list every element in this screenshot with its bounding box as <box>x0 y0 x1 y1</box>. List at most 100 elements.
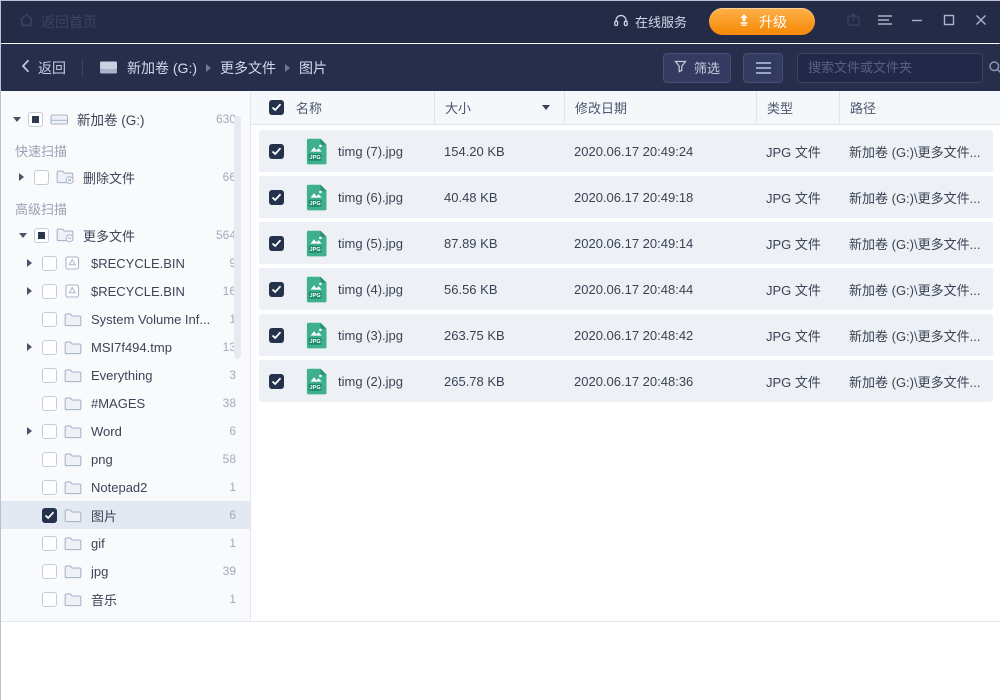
tree-item[interactable]: Word6 <box>1 417 250 445</box>
expand-arrow-icon[interactable] <box>19 173 34 181</box>
column-header-size[interactable]: 大小 <box>434 91 564 124</box>
expand-arrow-icon[interactable] <box>27 343 42 351</box>
home-icon <box>19 13 34 30</box>
tree-item-checkbox[interactable] <box>42 368 57 383</box>
tree-item[interactable]: MSI7f494.tmp13 <box>1 333 250 361</box>
tree-item[interactable]: #MAGES38 <box>1 389 250 417</box>
tree-item[interactable]: gif1 <box>1 529 250 557</box>
tree-item-checkbox[interactable] <box>42 312 57 327</box>
folder-icon <box>64 480 84 495</box>
file-path: 新加卷 (G:)\更多文件... <box>839 234 993 253</box>
file-table: 名称 大小 修改日期 类型 路径 JPGtimg (7).jpg154.20 K… <box>251 91 1000 621</box>
search-input[interactable] <box>798 60 988 75</box>
toolbar-divider <box>82 59 83 77</box>
tree-item-checkbox[interactable] <box>42 284 57 299</box>
table-row[interactable]: JPGtimg (3).jpg263.75 KB2020.06.17 20:48… <box>259 314 993 356</box>
row-checkbox[interactable] <box>269 374 284 389</box>
tree-item-label: Notepad2 <box>91 480 147 495</box>
row-checkbox[interactable] <box>269 282 284 297</box>
tree-item-count: 630 <box>208 112 236 126</box>
svg-text:JPG: JPG <box>309 247 320 253</box>
menu-button[interactable] <box>869 1 901 43</box>
tree-item[interactable]: $RECYCLE.BIN16 <box>1 277 250 305</box>
tree-item-checkbox[interactable] <box>42 424 57 439</box>
tree-item[interactable]: Everything3 <box>1 361 250 389</box>
tree-item[interactable]: 新加卷 (G:)630 <box>1 105 250 133</box>
tree-item-checkbox[interactable] <box>42 452 57 467</box>
sidebar-scrollbar[interactable] <box>234 116 241 359</box>
table-row[interactable]: JPGtimg (6).jpg40.48 KB2020.06.17 20:49:… <box>259 176 993 218</box>
tree-item[interactable]: 删除文件66 <box>1 163 250 191</box>
tree-item-label: #MAGES <box>91 396 145 411</box>
tree-item-checkbox[interactable] <box>42 480 57 495</box>
tree-item-checkbox[interactable] <box>42 396 57 411</box>
tree-item[interactable]: jpg39 <box>1 557 250 585</box>
tree-item-checkbox[interactable] <box>42 564 57 579</box>
tree-item[interactable]: Notepad21 <box>1 473 250 501</box>
row-checkbox[interactable] <box>269 236 284 251</box>
online-service-button[interactable]: 在线服务 <box>613 12 687 31</box>
column-header-date[interactable]: 修改日期 <box>564 91 756 124</box>
tree-item-label: $RECYCLE.BIN <box>91 256 185 271</box>
row-checkbox[interactable] <box>269 144 284 159</box>
expand-arrow-icon[interactable] <box>27 287 42 295</box>
recycle-icon <box>64 255 84 271</box>
tree-item-label: 更多文件 <box>83 226 135 245</box>
tree-item[interactable]: 图片6 <box>1 501 250 529</box>
close-button[interactable] <box>965 1 997 43</box>
home-button[interactable]: 返回首页 <box>19 12 97 32</box>
tree-item-checkbox[interactable] <box>34 170 49 185</box>
tree-item[interactable]: $RECYCLE.BIN9 <box>1 249 250 277</box>
online-service-label: 在线服务 <box>635 12 687 31</box>
tree-item-checkbox[interactable] <box>42 340 57 355</box>
tree-item-checkbox[interactable] <box>42 508 57 523</box>
table-row[interactable]: JPGtimg (4).jpg56.56 KB2020.06.17 20:48:… <box>259 268 993 310</box>
share-button[interactable] <box>837 1 869 43</box>
table-row[interactable]: JPGtimg (5).jpg87.89 KB2020.06.17 20:49:… <box>259 222 993 264</box>
tree-item[interactable]: 更多文件564 <box>1 221 250 249</box>
filter-button[interactable]: 筛选 <box>663 53 731 83</box>
column-header-path[interactable]: 路径 <box>839 91 1000 124</box>
tree-item-count: 6 <box>221 508 236 522</box>
share-icon <box>846 12 861 32</box>
search-icon[interactable] <box>988 60 1000 75</box>
tree-item-checkbox[interactable] <box>28 112 43 127</box>
breadcrumb-item-folder[interactable]: 更多文件 <box>220 58 276 78</box>
column-header-type[interactable]: 类型 <box>756 91 839 124</box>
back-label: 返回 <box>38 58 66 78</box>
expand-arrow-icon[interactable] <box>27 427 42 435</box>
jpg-file-icon: JPG <box>306 230 328 257</box>
table-row[interactable]: JPGtimg (2).jpg265.78 KB2020.06.17 20:48… <box>259 360 993 402</box>
collapse-arrow-icon[interactable] <box>19 233 34 238</box>
maximize-button[interactable] <box>933 1 965 43</box>
expand-arrow-icon[interactable] <box>27 259 42 267</box>
breadcrumb-item-drive[interactable]: 新加卷 (G:) <box>127 58 197 78</box>
row-checkbox[interactable] <box>269 190 284 205</box>
table-row[interactable]: JPGtimg (7).jpg154.20 KB2020.06.17 20:49… <box>259 130 993 172</box>
tree-item-checkbox[interactable] <box>42 256 57 271</box>
view-mode-button[interactable] <box>743 53 783 83</box>
tree-item-checkbox[interactable] <box>34 228 49 243</box>
tree-item-count: 6 <box>221 424 236 438</box>
tree-section-label: 高级扫描 <box>1 199 250 221</box>
tree-item-checkbox[interactable] <box>42 592 57 607</box>
file-name: timg (3).jpg <box>338 328 403 343</box>
jpg-file-icon: JPG <box>306 276 328 303</box>
column-header-name[interactable]: 名称 <box>296 91 434 124</box>
row-checkbox[interactable] <box>269 328 284 343</box>
select-all-checkbox[interactable] <box>269 100 284 115</box>
breadcrumb-item-current[interactable]: 图片 <box>299 58 327 78</box>
jpg-file-icon: JPG <box>306 184 328 211</box>
svg-text:JPG: JPG <box>309 385 320 391</box>
tree-item[interactable]: System Volume Inf...1 <box>1 305 250 333</box>
collapse-arrow-icon[interactable] <box>13 117 28 122</box>
minimize-button[interactable] <box>901 1 933 43</box>
back-button[interactable]: 返回 <box>21 58 66 78</box>
titlebar: 返回首页 在线服务 升级 <box>1 1 1000 43</box>
tree-item[interactable]: 音乐1 <box>1 585 250 613</box>
tree-item[interactable]: png58 <box>1 445 250 473</box>
upgrade-button[interactable]: 升级 <box>709 8 815 35</box>
tree-item-count: 3 <box>221 368 236 382</box>
drive-icon <box>50 112 70 127</box>
tree-item-checkbox[interactable] <box>42 536 57 551</box>
